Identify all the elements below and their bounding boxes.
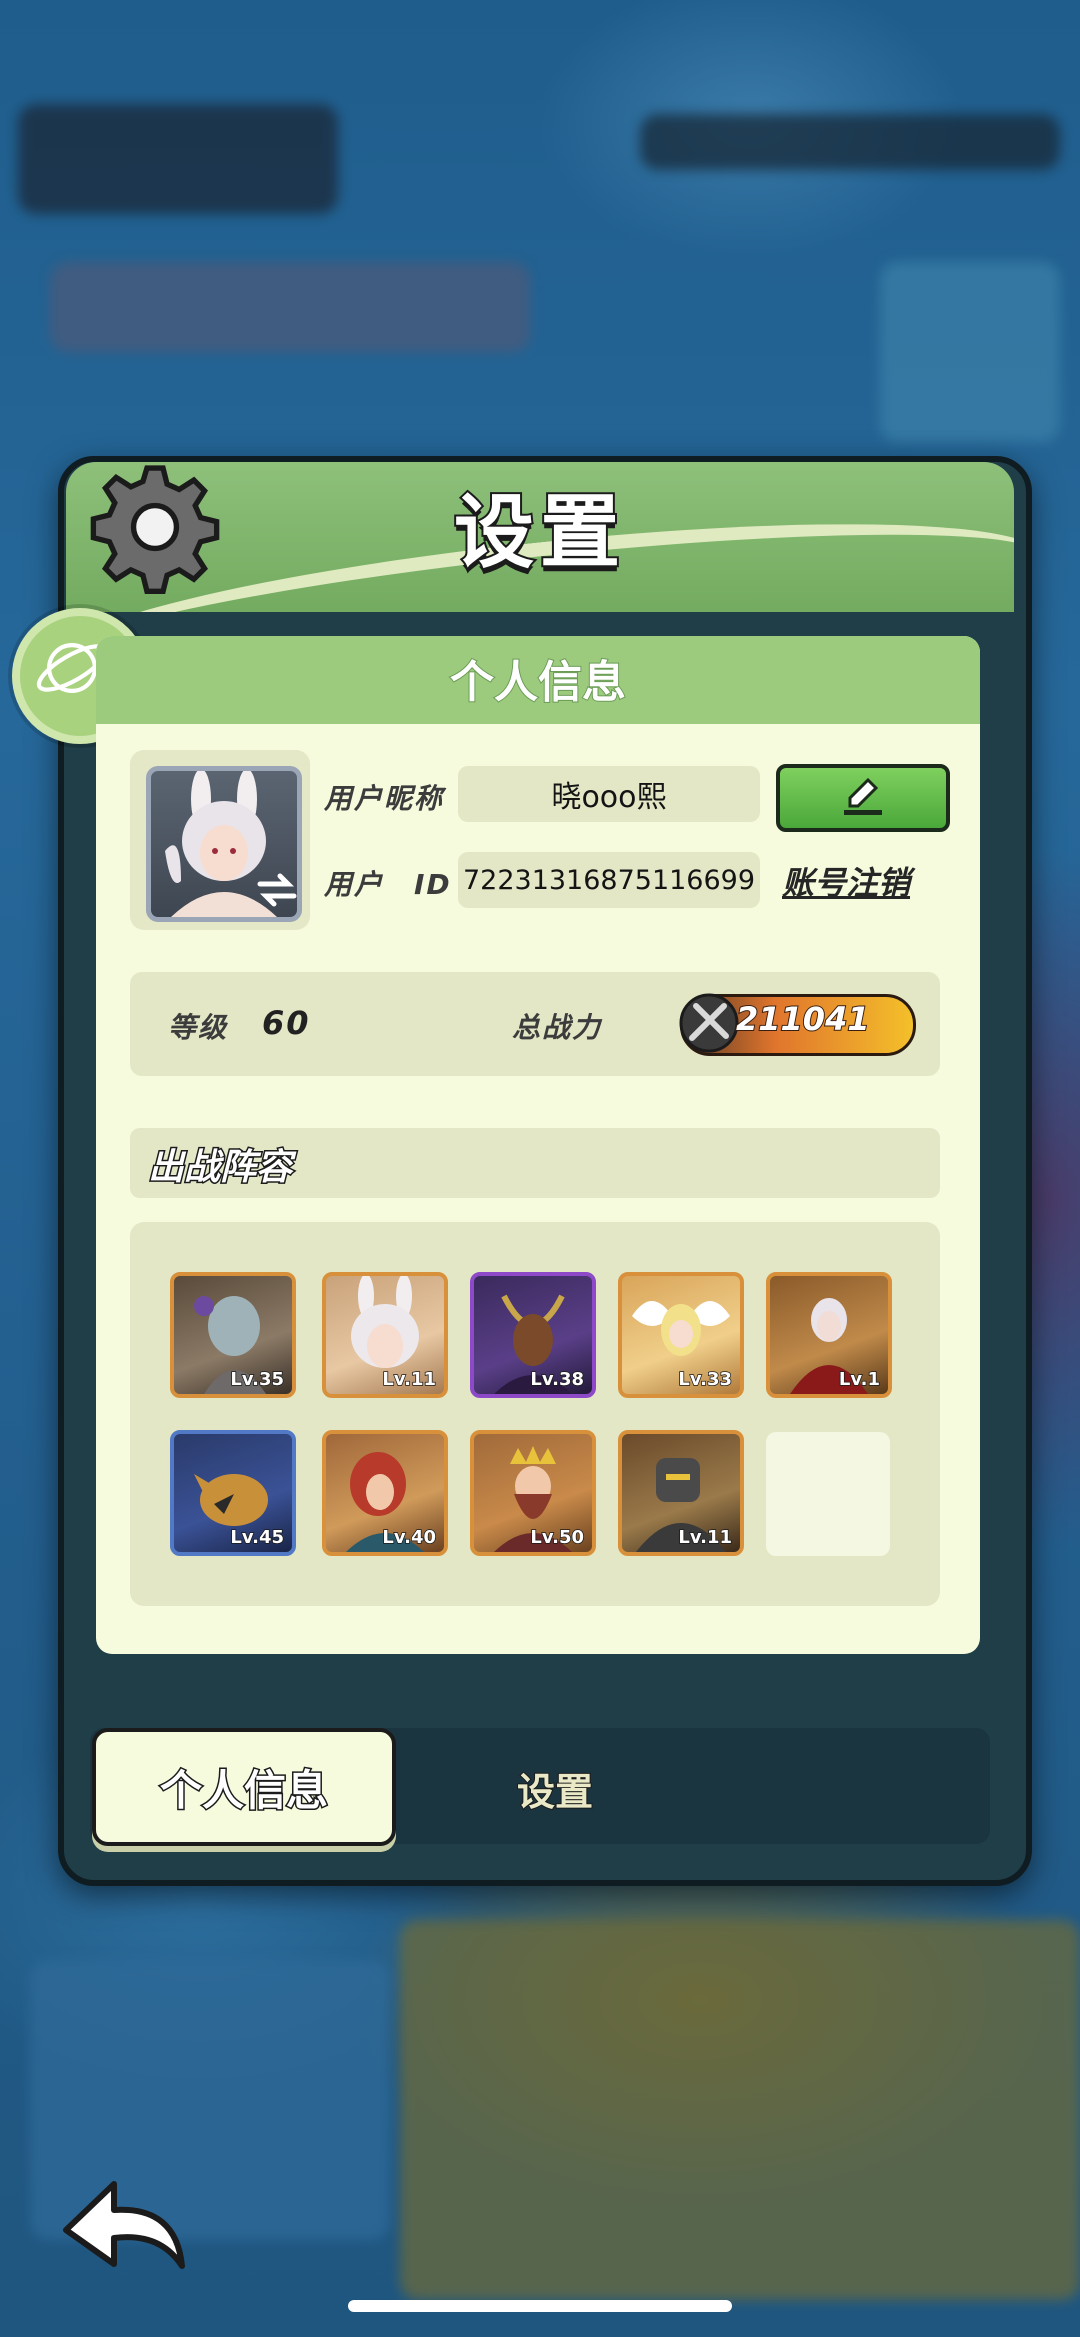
tab-settings-label: 设置 (516, 1769, 594, 1815)
squid-mage-hero[interactable]: Lv.35 (170, 1272, 296, 1398)
home-indicator[interactable] (348, 2300, 732, 2312)
account-deletion-link[interactable]: 账号注销 (782, 858, 910, 904)
level-label: 等级 (168, 1011, 229, 1044)
user-id-label: 用户 ID (324, 868, 452, 901)
tab-settings[interactable]: 设置 (470, 1748, 640, 1828)
power-value: 211041 (735, 999, 871, 1039)
hero-level: Lv.38 (530, 1368, 585, 1391)
lineup-title: 出战阵容 (146, 1146, 293, 1190)
personal-info-title: 个人信息 (449, 656, 627, 709)
horned-dark-hero[interactable]: Lv.38 (470, 1272, 596, 1398)
empty-hero-slot[interactable] (766, 1432, 890, 1556)
bg-currency-bar (640, 114, 1060, 170)
hero-level: Lv.45 (230, 1526, 285, 1549)
crossed-swords-icon (679, 993, 739, 1053)
pencil-icon (844, 777, 882, 815)
vampire-hero[interactable]: Lv.1 (766, 1272, 892, 1398)
hero-level: Lv.11 (382, 1368, 437, 1391)
nickname-field: 晓ooo熙 (458, 766, 760, 822)
hero-level: Lv.35 (230, 1368, 285, 1391)
hero-level: Lv.11 (678, 1526, 733, 1549)
bunny-girl-hero[interactable]: Lv.11 (322, 1272, 448, 1398)
red-hair-hero[interactable]: Lv.40 (322, 1430, 448, 1556)
bg-minimap (880, 262, 1060, 442)
back-arrow-icon[interactable] (56, 2170, 196, 2280)
hero-level: Lv.1 (838, 1368, 881, 1391)
bg-player-card (18, 104, 338, 214)
level-value: 60 (262, 1004, 311, 1042)
beast-hero[interactable]: Lv.45 (170, 1430, 296, 1556)
king-hero[interactable]: Lv.50 (470, 1430, 596, 1556)
tab-personal-info[interactable]: 个人信息 (92, 1728, 396, 1846)
angel-hero[interactable]: Lv.33 (618, 1272, 744, 1398)
nickname-label: 用户昵称 (324, 782, 445, 815)
tab-personal-info-label: 个人信息 (158, 1764, 329, 1816)
gear-icon (90, 465, 220, 594)
armored-knight-hero[interactable]: Lv.11 (618, 1430, 744, 1556)
user-id-field: 72231316875116699 (458, 852, 760, 908)
edit-nickname-button[interactable] (776, 764, 950, 832)
hero-level: Lv.33 (678, 1368, 733, 1391)
bg-island (400, 1920, 1080, 2300)
hero-level: Lv.50 (530, 1526, 585, 1549)
swap-avatar-icon[interactable] (256, 872, 298, 908)
power-label: 总战力 (512, 1011, 603, 1044)
personal-info-header: 个人信息 (96, 636, 980, 724)
hero-level: Lv.40 (382, 1526, 437, 1549)
bg-hero-row (50, 262, 530, 352)
